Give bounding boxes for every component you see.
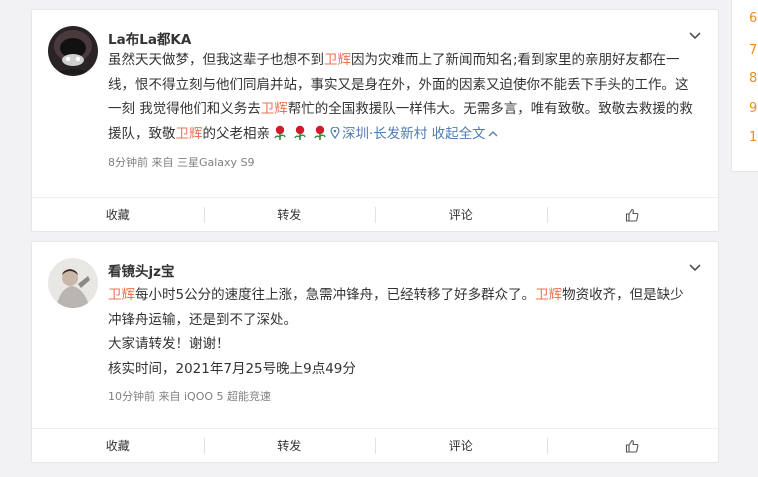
post-meta: 8分钟前 来自 三星Galaxy S9: [108, 156, 255, 169]
post-paragraph: 卫辉每小时5公分的速度往上涨，急需冲锋舟，已经转移了好多群众了。卫辉物资收齐，但…: [108, 287, 684, 328]
rose-icon: [313, 125, 327, 141]
avatar[interactable]: [48, 26, 98, 76]
post-card: La布La都KA 虽然天天做梦，但我这辈子也想不到卫辉因为灾难而上了新闻而知名;…: [31, 9, 719, 232]
repost-button[interactable]: 转发: [203, 429, 376, 462]
post-paragraph: 大家请转发！谢谢！: [108, 336, 230, 352]
hashtag-link[interactable]: 卫辉: [324, 52, 351, 68]
post-author[interactable]: La布La都KA: [108, 28, 191, 48]
chevron-down-icon[interactable]: [686, 26, 704, 44]
like-button[interactable]: [546, 429, 719, 462]
rose-icon: [273, 125, 287, 141]
thumbs-up-icon: [626, 208, 639, 222]
like-button[interactable]: [546, 198, 719, 231]
comment-button[interactable]: 评论: [375, 198, 547, 231]
rank-number[interactable]: 6: [749, 11, 757, 26]
action-bar: 收藏 转发 评论: [32, 197, 718, 231]
hashtag-link[interactable]: 卫辉: [535, 287, 562, 303]
location-link[interactable]: 深圳·长发新村: [330, 126, 427, 142]
hashtag-link[interactable]: 卫辉: [108, 287, 135, 303]
collect-button[interactable]: 收藏: [32, 198, 204, 231]
chevron-up-icon: [488, 130, 498, 136]
collapse-text-link[interactable]: 收起全文: [432, 126, 498, 142]
rose-icon: [293, 125, 307, 141]
rank-number[interactable]: 9: [749, 101, 757, 116]
location-icon: [330, 125, 340, 139]
avatar[interactable]: [48, 258, 98, 308]
rank-number[interactable]: 7: [749, 43, 757, 58]
rank-number[interactable]: 8: [749, 71, 757, 86]
comment-button[interactable]: 评论: [375, 429, 547, 462]
thumbs-up-icon: [626, 439, 639, 453]
post-card: 看镜头jz宝 卫辉每小时5公分的速度往上涨，急需冲锋舟，已经转移了好多群众了。卫…: [31, 241, 719, 463]
rank-number[interactable]: 10: [749, 130, 758, 145]
hot-ranking-panel: 6 7 8 9 10: [731, 0, 758, 172]
post-paragraph: 核实时间，2021年7月25号晚上9点49分: [108, 360, 356, 377]
post-text: 卫辉每小时5公分的速度往上涨，急需冲锋舟，已经转移了好多群众了。卫辉物资收齐，但…: [108, 283, 694, 381]
post-meta: 10分钟前 来自 iQOO 5 超能竞速: [108, 390, 272, 403]
action-bar: 收藏 转发 评论: [32, 428, 718, 462]
repost-button[interactable]: 转发: [203, 198, 376, 231]
hashtag-link[interactable]: 卫辉: [261, 101, 288, 117]
collect-button[interactable]: 收藏: [32, 429, 204, 462]
chevron-down-icon[interactable]: [686, 258, 704, 276]
post-text: 虽然天天做梦，但我这辈子也想不到卫辉因为灾难而上了新闻而知名;看到家里的亲朋好友…: [108, 52, 693, 142]
post-author[interactable]: 看镜头jz宝: [108, 260, 175, 280]
hashtag-link[interactable]: 卫辉: [176, 126, 203, 142]
